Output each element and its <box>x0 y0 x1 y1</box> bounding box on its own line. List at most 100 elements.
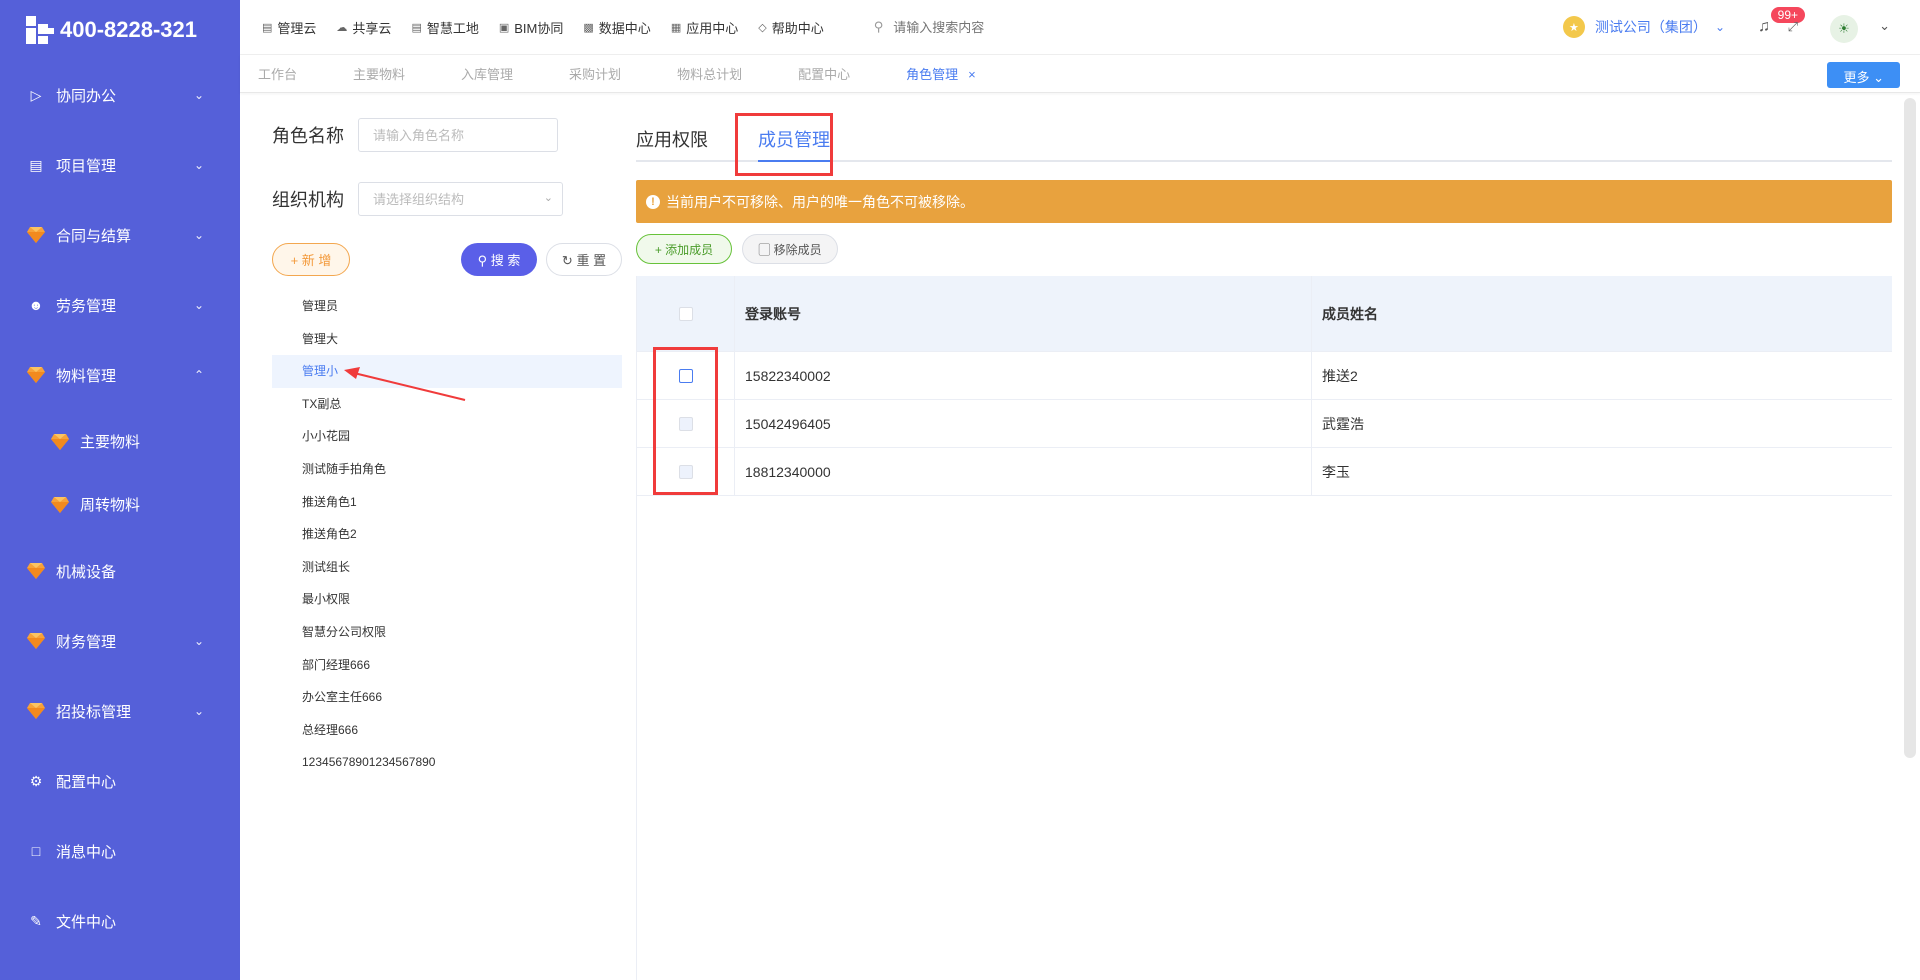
tab-role-management[interactable]: 角色管理 × <box>906 64 976 83</box>
name-cell: 武霆浩 <box>1322 415 1364 432</box>
sidebar-item-label: 文件中心 <box>56 913 117 931</box>
sidebar-item-finance[interactable]: 财务管理 ⌄ <box>0 606 240 676</box>
role-item[interactable]: 小小花园 <box>272 420 622 453</box>
company-avatar: ★ <box>1562 16 1585 38</box>
topnav-management-cloud[interactable]: ▤ 管理云 <box>262 18 316 37</box>
company-selector[interactable]: ★ 测试公司（集团） ⌄ <box>1562 16 1725 38</box>
role-item[interactable]: 推送角色1 <box>272 486 622 519</box>
chevron-down-icon: ⌄ <box>193 298 204 312</box>
brand[interactable]: 400-8228-321 <box>0 0 240 60</box>
org-select-input[interactable] <box>358 182 563 216</box>
sidebar-item-labor[interactable]: ☻ 劳务管理 ⌄ <box>0 270 240 340</box>
row-checkbox[interactable] <box>678 368 693 383</box>
role-item[interactable]: 部门经理666 <box>272 649 622 682</box>
org-label: 组织机构 <box>272 190 344 210</box>
topnav-share-cloud[interactable]: ☁ 共享云 <box>336 18 391 37</box>
send-icon: ▷ <box>30 86 42 103</box>
topnav-app-center[interactable]: ▦ 应用中心 <box>671 18 738 37</box>
role-item[interactable]: 总经理666 <box>272 714 622 747</box>
search-button[interactable]: ⚲ 搜 索 <box>461 243 537 276</box>
topnav-label: 共享云 <box>352 20 392 36</box>
sidebar-item-file[interactable]: ✎ 文件中心 <box>0 886 240 956</box>
role-item[interactable]: 测试组长 <box>272 551 622 584</box>
table-row[interactable]: 18812340000 李玉 <box>637 448 1892 496</box>
tab-app-permission[interactable]: 应用权限 <box>636 106 708 160</box>
tab-material-plan[interactable]: 物料总计划 <box>677 64 742 83</box>
remove-member-button[interactable]: ▢ 移除成员 <box>742 234 838 264</box>
avatar[interactable]: ☀ <box>1830 15 1858 43</box>
role-panel: 角色名称 组织机构 ⌄ + 新 增 ⚲ 搜 索 ↻ 重 置 管理员 管理大 管理… <box>240 93 625 980</box>
table-row[interactable]: 15822340002 推送2 <box>637 352 1892 400</box>
topnav-help-center[interactable]: ◇ 帮助中心 <box>758 18 823 37</box>
chevron-down-icon: ⌄ <box>1714 20 1725 34</box>
gem-icon <box>26 365 46 385</box>
role-item[interactable]: 办公室主任666 <box>272 681 622 714</box>
logo-icon <box>24 14 56 46</box>
tab-purchase-plan[interactable]: 采购计划 <box>569 64 621 83</box>
bell-icon[interactable]: ♫ <box>1758 18 1770 36</box>
sidebar-item-project[interactable]: ▤ 项目管理 ⌄ <box>0 130 240 200</box>
sidebar-item-label: 项目管理 <box>56 157 117 175</box>
column-header-account: 登录账号 <box>735 276 1312 351</box>
row-check-cell <box>637 448 735 495</box>
account-cell: 18812340000 <box>735 448 1312 495</box>
gem-icon <box>26 561 46 581</box>
role-name-input[interactable] <box>358 118 558 152</box>
chevron-down-icon[interactable]: ⌄ <box>1879 18 1890 34</box>
select-all-checkbox[interactable] <box>678 306 693 321</box>
sidebar-item-turnover-material[interactable]: 周转物料 <box>0 473 240 536</box>
book-icon: ▤ <box>411 21 422 34</box>
trash-icon: ▢ <box>758 242 771 257</box>
sidebar-item-material[interactable]: 物料管理 ⌃ <box>0 340 240 410</box>
book-icon: ▤ <box>29 156 43 173</box>
remove-member-label: 移除成员 <box>773 242 822 257</box>
sidebar-nav: ▷ 协同办公 ⌄ ▤ 项目管理 ⌄ 合同与结算 ⌄ ☻ 劳务管理 ⌄ 物料管理 … <box>0 60 240 956</box>
sidebar-item-config[interactable]: ⚙ 配置中心 <box>0 746 240 816</box>
sidebar-item-collab[interactable]: ▷ 协同办公 ⌄ <box>0 60 240 130</box>
info-icon: ! <box>646 194 660 209</box>
reset-button[interactable]: ↻ 重 置 <box>546 243 622 276</box>
tab-inbound[interactable]: 入库管理 <box>461 64 513 83</box>
topnav-label: BIM协同 <box>514 20 564 36</box>
page-tabs: 工作台 主要物料 入库管理 采购计划 物料总计划 配置中心 角色管理 × 更多 ⌄ <box>240 55 1920 93</box>
reset-label: 重 置 <box>576 253 607 268</box>
fullscreen-icon[interactable]: ⤢ <box>1788 19 1798 35</box>
topnav-label: 智慧工地 <box>426 20 479 36</box>
role-item[interactable]: 测试随手拍角色 <box>272 453 622 486</box>
role-item[interactable]: 管理员 <box>272 290 622 323</box>
brand-phone: 400-8228-321 <box>60 17 198 42</box>
tab-main-material[interactable]: 主要物料 <box>353 64 405 83</box>
topnav-data-center[interactable]: ▩ 数据中心 <box>583 18 650 37</box>
row-check-cell <box>637 352 735 399</box>
topnav-bim[interactable]: ▣ BIM协同 <box>499 18 564 37</box>
sidebar: 400-8228-321 ▷ 协同办公 ⌄ ▤ 项目管理 ⌄ 合同与结算 ⌄ ☻… <box>0 0 240 980</box>
topnav-smart-site[interactable]: ▤ 智慧工地 <box>411 18 478 37</box>
org-select[interactable]: ⌄ <box>358 182 563 216</box>
sidebar-item-bidding[interactable]: 招投标管理 ⌄ <box>0 676 240 746</box>
detail-tabs: 应用权限 成员管理 <box>636 106 1892 162</box>
role-item[interactable]: 智慧分公司权限 <box>272 616 622 649</box>
close-icon[interactable]: × <box>968 67 976 82</box>
tab-workbench[interactable]: 工作台 <box>258 64 297 83</box>
role-item[interactable]: 最小权限 <box>272 583 622 616</box>
sidebar-item-label: 合同与结算 <box>56 227 132 245</box>
more-button[interactable]: 更多 ⌄ <box>1827 62 1900 88</box>
role-item[interactable]: 12345678901234567890 <box>272 746 622 779</box>
table-row[interactable]: 15042496405 武霆浩 <box>637 400 1892 448</box>
search-input[interactable] <box>891 18 1092 36</box>
sidebar-item-machinery[interactable]: 机械设备 <box>0 536 240 606</box>
topnav-label: 管理云 <box>277 20 317 36</box>
account-cell: 15042496405 <box>735 400 1312 447</box>
sidebar-item-main-material[interactable]: 主要物料 <box>0 410 240 473</box>
sidebar-item-contract[interactable]: 合同与结算 ⌄ <box>0 200 240 270</box>
tab-member-management[interactable]: 成员管理 <box>758 106 830 162</box>
tab-config[interactable]: 配置中心 <box>798 64 850 83</box>
sidebar-item-message[interactable]: □ 消息中心 <box>0 816 240 886</box>
add-member-button[interactable]: + 添加成员 <box>636 234 732 264</box>
scrollbar[interactable] <box>1904 98 1916 758</box>
company-name: 测试公司（集团） <box>1594 19 1707 35</box>
role-item[interactable]: 管理大 <box>272 323 622 356</box>
role-item[interactable]: 推送角色2 <box>272 518 622 551</box>
add-role-button[interactable]: + 新 增 <box>272 243 350 276</box>
search-label: 搜 索 <box>490 253 521 268</box>
